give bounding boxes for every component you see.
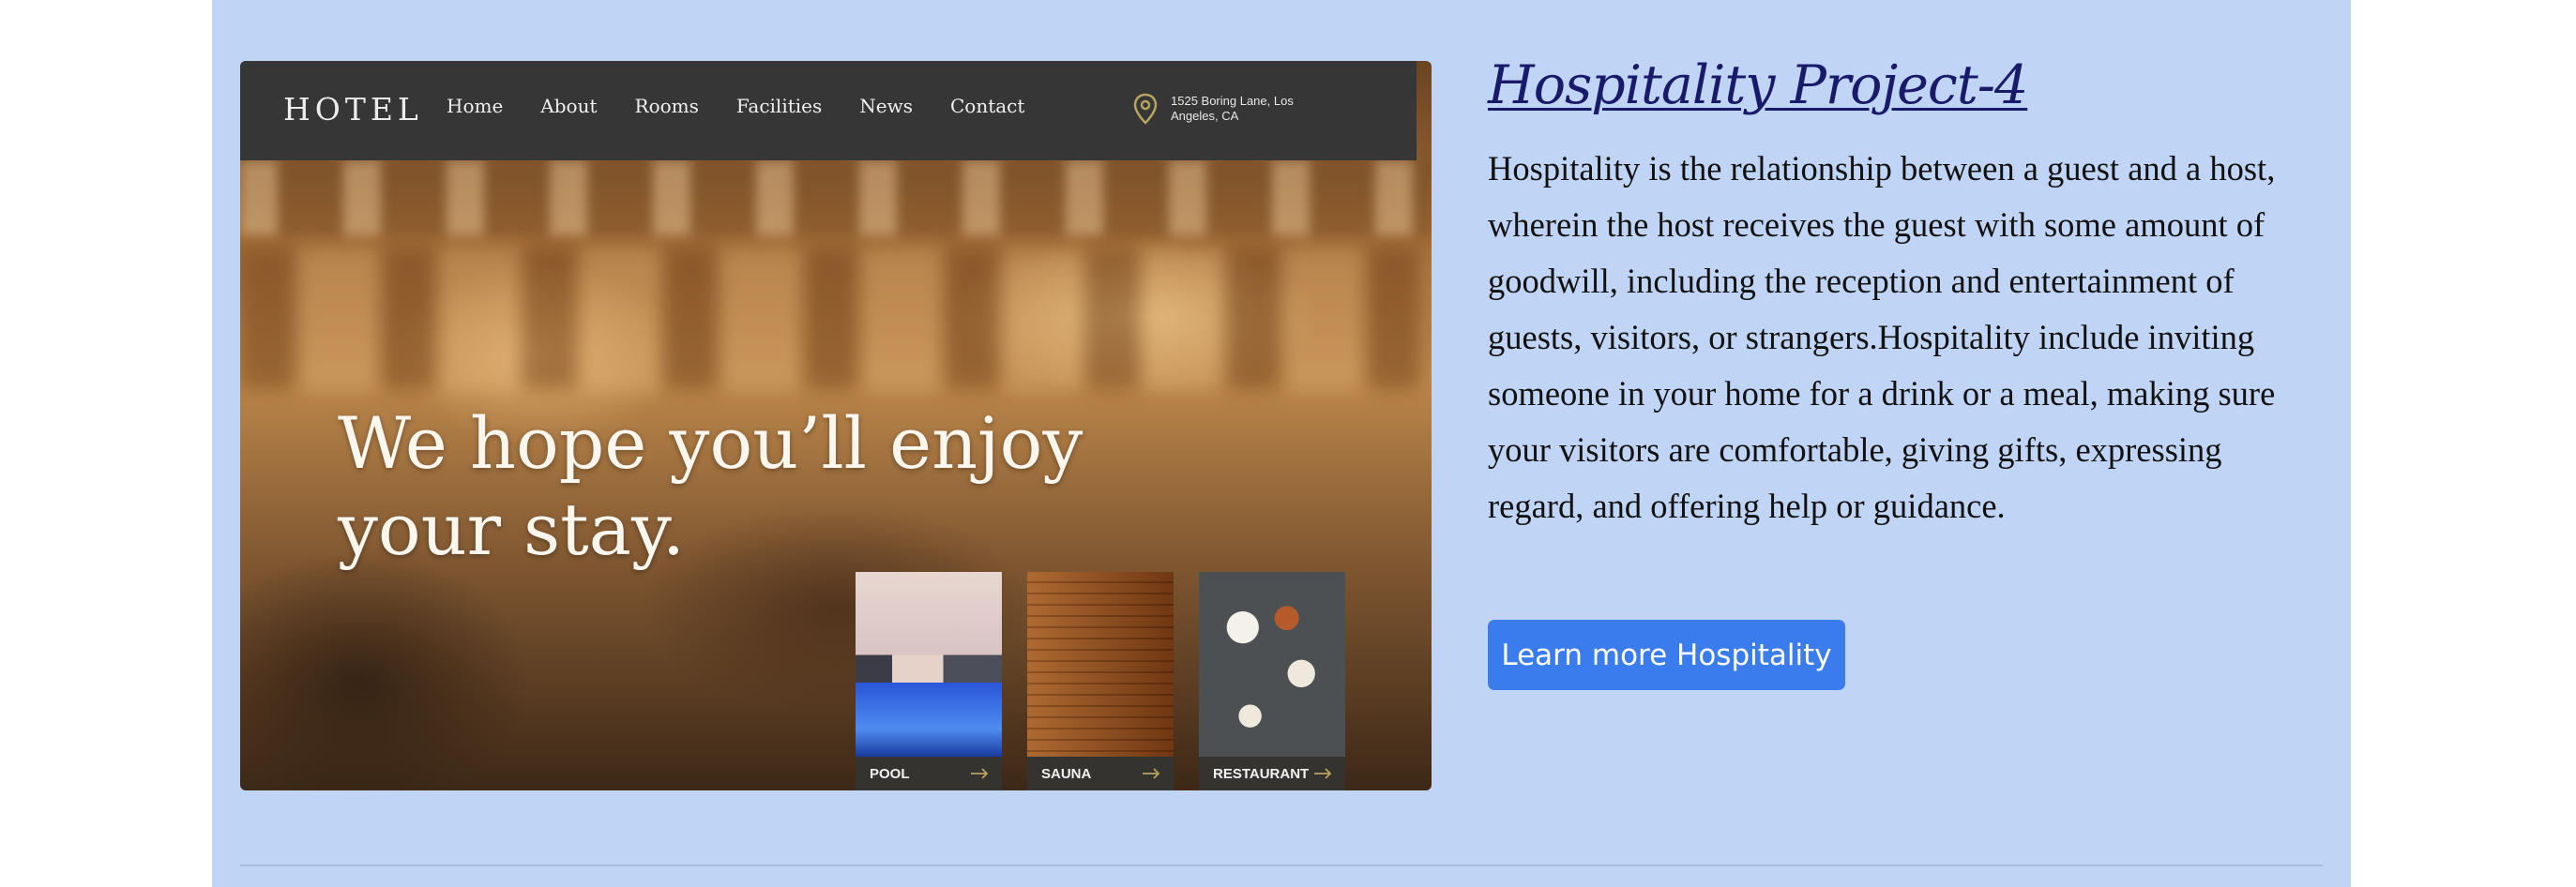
preview-card-pool: POOL (856, 572, 1002, 790)
preview-hero-line2: your stay. (338, 488, 685, 571)
preview-card-label: POOL (870, 765, 910, 782)
preview-nav-facilities: Facilities (735, 95, 823, 117)
project-description: Hospitality is the relationship between … (1488, 149, 2276, 525)
preview-nav-home: Home (447, 95, 504, 117)
arrow-right-icon (1314, 768, 1332, 779)
map-pin-icon (1133, 93, 1158, 125)
preview-card-label-bar: RESTAURANT (1199, 757, 1345, 790)
preview-address-line2: Angeles, CA (1171, 109, 1239, 123)
preview-card-label: SAUNA (1041, 765, 1092, 782)
preview-nav-rooms: Rooms (634, 95, 699, 117)
preview-card-restaurant: RESTAURANT (1199, 572, 1345, 790)
preview-logo: HOTEL (283, 91, 423, 128)
section-divider (240, 864, 2323, 866)
preview-card-label-bar: POOL (856, 757, 1002, 790)
arrow-right-icon (971, 768, 989, 779)
project-preview-image: HOTEL Home About Rooms Facilities News C… (240, 61, 1432, 790)
pool-photo (856, 572, 1002, 757)
preview-nav-contact: Contact (949, 95, 1025, 117)
preview-address-line1: 1525 Boring Lane, Los (1171, 94, 1294, 108)
project-title-link[interactable]: Hospitality Project-4 (1488, 54, 2028, 116)
restaurant-photo (1199, 572, 1345, 757)
preview-hero-text: We hope you’ll enjoy your stay. (338, 400, 1370, 573)
preview-card-label: RESTAURANT (1213, 765, 1310, 782)
preview-card-sauna: SAUNA (1027, 572, 1174, 790)
project-section: HOTEL Home About Rooms Facilities News C… (212, 0, 2351, 887)
preview-nav-links: Home About Rooms Facilities News Contact (447, 95, 1024, 117)
arrow-right-icon (1143, 768, 1160, 779)
preview-nav-about: About (540, 95, 598, 117)
sauna-photo (1027, 572, 1174, 757)
preview-nav-news: News (859, 95, 913, 117)
preview-card-label-bar: SAUNA (1027, 757, 1174, 790)
preview-address: 1525 Boring Lane, Los Angeles, CA (1133, 93, 1321, 125)
learn-more-button[interactable]: Learn more Hospitality (1488, 620, 1845, 690)
preview-navbar: HOTEL Home About Rooms Facilities News C… (240, 61, 1417, 160)
preview-cards: POOL SAUNA RESTAURANT (856, 572, 1345, 790)
preview-hero-line1: We hope you’ll enjoy (338, 401, 1083, 485)
preview-address-text: 1525 Boring Lane, Los Angeles, CA (1171, 94, 1321, 124)
